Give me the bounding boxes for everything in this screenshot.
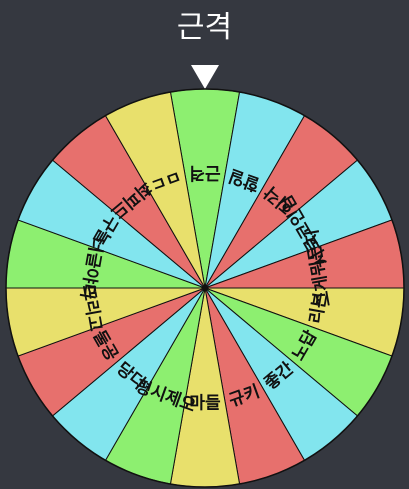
spinning-wheel[interactable]: 근격 할일지각시로코인임그게뭐든지리본노답좋간규키마들평시제오당다둘공뜨리고너글야…	[0, 0, 409, 489]
wheel-hub	[202, 285, 208, 291]
wheel-segment-label: 근격	[189, 163, 220, 183]
